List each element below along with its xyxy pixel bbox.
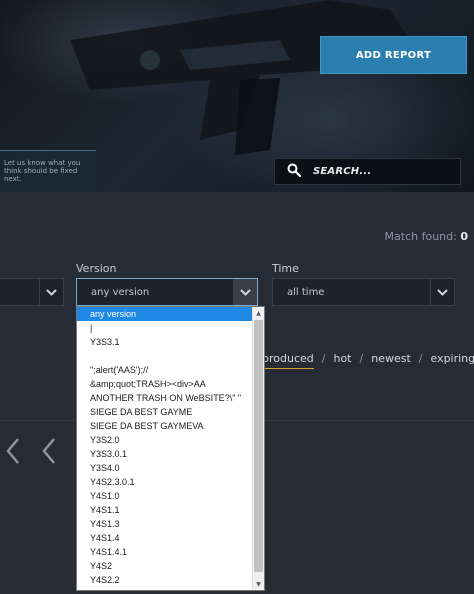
time-label: Time [272,262,299,275]
chevron-left-icon[interactable] [40,436,58,466]
version-option[interactable]: ";alert('AAS');// [77,363,253,377]
add-report-button[interactable]: ADD REPORT [320,36,467,74]
sort-hot[interactable]: hot [333,352,351,369]
search-input[interactable]: SEARCH... [313,166,371,177]
match-label: Match found: [384,230,457,243]
version-select[interactable]: any version [76,278,258,306]
version-option[interactable]: Y4S1.0 [77,489,253,503]
version-option[interactable]: &amp;quot;TRASH><div>AA [77,377,253,391]
version-option[interactable]: Y3S2.0 [77,433,253,447]
version-label: Version [76,262,117,275]
sort-newest[interactable]: newest [371,352,411,369]
version-option[interactable]: Y3S3.1 [77,335,253,349]
sort-produced[interactable]: produced [262,352,314,369]
version-option[interactable]: Y3S4.0 [77,461,253,475]
version-option[interactable]: | [77,321,253,335]
chevron-down-icon [430,279,454,305]
scroll-up-icon[interactable]: ▲ [253,307,264,319]
version-option[interactable]: Y3S3.0.1 [77,447,253,461]
chevron-left-icon[interactable] [4,436,22,466]
scrollbar-thumb[interactable] [254,320,263,572]
search-icon [287,162,302,181]
match-count: Match found: 0 [385,230,468,243]
version-option[interactable]: any version [77,307,253,321]
feedback-note: Let us know what you think should be fix… [0,150,96,192]
version-dropdown-list[interactable]: any version | Y3S3.1 ";alert('AAS');//&amp;… [76,306,265,591]
version-option[interactable]: Y4S1.1 [77,503,253,517]
version-option[interactable]: Y4S1.4.1 [77,545,253,559]
search-box[interactable]: SEARCH... [274,158,461,185]
version-options: any version | Y3S3.1 ";alert('AAS');//&amp;… [77,307,253,587]
version-option[interactable]: SIEGE DA BEST GAYMEVA [77,419,253,433]
sort-separator: / [321,352,326,365]
sort-separator: / [359,352,364,365]
chevron-down-icon [233,279,257,305]
dropdown-scrollbar[interactable]: ▲ ▼ [252,307,264,590]
version-option[interactable]: Y4S2.3.0.1 [77,475,253,489]
hero-banner: Let us know what you think should be fix… [0,0,474,192]
scroll-down-icon[interactable]: ▼ [253,578,264,590]
version-option[interactable]: Y4S2.2 [77,573,253,587]
sort-separator: / [418,352,423,365]
time-select[interactable]: all time [272,278,455,306]
version-select-value: any version [91,286,150,298]
sort-expiring[interactable]: expiring [430,352,474,369]
chevron-down-icon [39,279,63,305]
version-option[interactable] [77,349,253,363]
version-option[interactable]: Y4S2 [77,559,253,573]
version-option[interactable]: Y4S1.4 [77,531,253,545]
version-option[interactable]: ANOTHER TRASH ON WeBSITE?\" " [77,391,253,405]
time-select-value: all time [287,286,325,298]
sort-tabs: produced / hot / newest / expiring [262,352,474,369]
version-option[interactable]: SIEGE DA BEST GAYME [77,405,253,419]
version-option[interactable]: Y4S1.3 [77,517,253,531]
category-select[interactable] [0,278,64,306]
match-value: 0 [460,230,468,243]
